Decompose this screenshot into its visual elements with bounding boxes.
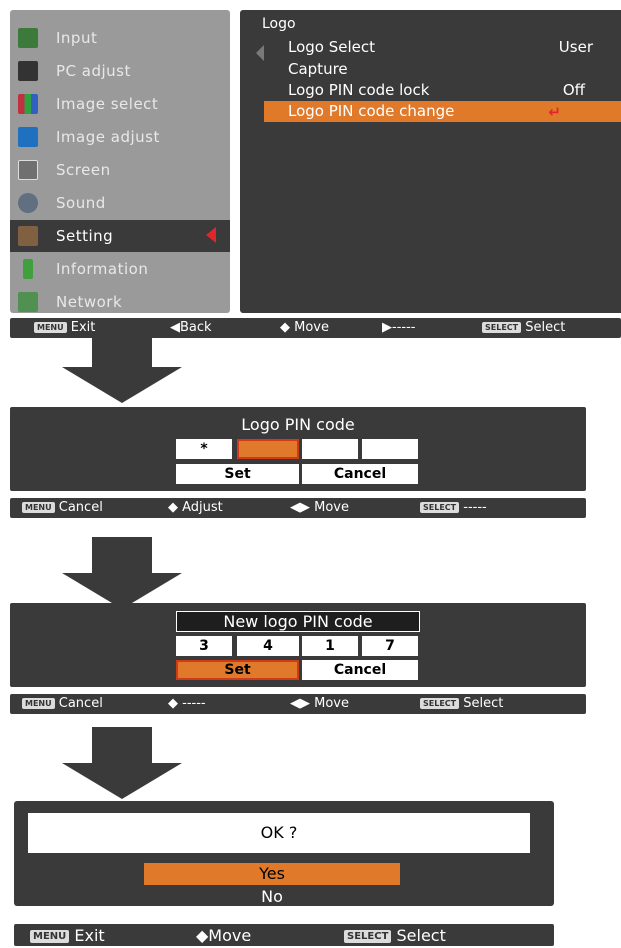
select-key-icon: SELECT: [344, 930, 392, 943]
pin-digit-4[interactable]: 7: [362, 636, 418, 656]
menu-item-input[interactable]: Input: [10, 22, 230, 54]
menu-item-network[interactable]: Network: [10, 286, 230, 318]
dialog-title: New logo PIN code: [176, 611, 420, 632]
submenu-row-label: Logo PIN code lock: [288, 81, 430, 99]
menu-item-label: Screen: [56, 161, 111, 179]
no-button[interactable]: No: [144, 887, 400, 907]
menu-item-sound[interactable]: Sound: [10, 187, 230, 219]
help-select: SELECT -----: [420, 500, 487, 515]
help-select: SELECT Select: [482, 320, 565, 335]
menu-item-label: Information: [56, 260, 149, 278]
help-select: SELECT Select: [344, 926, 446, 945]
down-arrow-icon: [62, 537, 182, 609]
sound-icon: [18, 193, 38, 213]
image-adjust-icon: [18, 127, 38, 147]
menu-item-image-adjust[interactable]: Image adjust: [10, 121, 230, 153]
set-button[interactable]: Set: [176, 660, 299, 680]
select-key-icon: SELECT: [420, 502, 460, 513]
pin-digit-1[interactable]: 3: [176, 636, 232, 656]
information-icon: [23, 259, 33, 279]
help-move: ◆ Move: [280, 320, 329, 335]
pin-digit-1[interactable]: *: [176, 439, 232, 459]
menu-item-label: PC adjust: [56, 62, 131, 80]
new-pin-dialog: New logo PIN code 3 4 1 7 Set Cancel: [10, 603, 586, 687]
help-adjust: ◆ -----: [168, 696, 206, 711]
menu-key-icon: MENU: [22, 502, 55, 513]
help-bar: MENU Cancel ◆ ----- ◀▶ Move SELECT Selec…: [10, 694, 586, 714]
set-button[interactable]: Set: [176, 464, 299, 484]
cancel-button[interactable]: Cancel: [302, 660, 418, 680]
pin-dialog: Logo PIN code * Set Cancel: [10, 407, 586, 491]
cancel-button[interactable]: Cancel: [302, 464, 418, 484]
submenu-row-label: Capture: [288, 60, 348, 78]
help-cancel: MENU Cancel: [22, 500, 103, 515]
help-cancel: MENU Cancel: [22, 696, 103, 711]
pin-digit-3[interactable]: 1: [302, 636, 358, 656]
menu-key-icon: MENU: [22, 698, 55, 709]
setting-icon: [18, 226, 38, 246]
menu-item-label: Image adjust: [56, 128, 160, 146]
submenu-row-label: Logo PIN code change: [288, 102, 455, 120]
help-exit: MENU Exit: [30, 926, 105, 945]
help-bar: MENU Cancel ◆ Adjust ◀▶ Move SELECT ----…: [10, 498, 586, 518]
confirm-question: OK ?: [260, 823, 298, 842]
submenu-row-label: Logo Select: [288, 38, 376, 56]
submenu-row-pin-lock[interactable]: Logo PIN code lock Off: [264, 80, 621, 101]
help-move: ◀▶ Move: [290, 696, 349, 711]
help-bar: MENU Exit ◆Move SELECT Select: [14, 924, 554, 946]
submenu-row-value: Off: [562, 81, 585, 99]
menu-item-setting[interactable]: Setting: [10, 220, 230, 252]
pc-adjust-icon: [18, 61, 38, 81]
yes-button[interactable]: Yes: [144, 863, 400, 885]
submenu-row-capture[interactable]: Capture: [264, 59, 621, 80]
pin-digit-3[interactable]: [302, 439, 358, 459]
image-select-icon: [18, 94, 38, 114]
network-icon: [18, 292, 38, 312]
pin-digit-4[interactable]: [362, 439, 418, 459]
main-menu: Input PC adjust Image select Image adjus…: [10, 10, 230, 313]
submenu-title: Logo: [262, 16, 296, 32]
menu-item-label: Network: [56, 293, 123, 311]
selection-arrow-icon: [206, 227, 216, 243]
pin-digit-2[interactable]: [237, 439, 299, 459]
menu-item-image-select[interactable]: Image select: [10, 88, 230, 120]
help-move: ◀▶ Move: [290, 500, 349, 515]
menu-item-label: Input: [56, 29, 98, 47]
pin-digit-2[interactable]: 4: [237, 636, 299, 656]
input-icon: [18, 28, 38, 48]
menu-item-pc-adjust[interactable]: PC adjust: [10, 55, 230, 87]
down-arrow-icon: [62, 331, 182, 403]
help-next: ▶-----: [382, 320, 416, 335]
enter-icon: ↵: [548, 103, 561, 121]
submenu-row-logo-select[interactable]: Logo Select User: [264, 37, 621, 58]
menu-item-label: Image select: [56, 95, 159, 113]
menu-item-label: Setting: [56, 227, 114, 245]
menu-item-label: Sound: [56, 194, 106, 212]
submenu-row-pin-change[interactable]: Logo PIN code change ↵: [264, 101, 621, 122]
select-key-icon: SELECT: [420, 698, 460, 709]
confirm-dialog: OK ? Yes No: [14, 801, 554, 906]
logo-submenu: Logo Logo Select User Capture Logo PIN c…: [240, 10, 621, 313]
confirm-message-box: OK ?: [28, 813, 530, 853]
screen-icon: [18, 160, 38, 180]
down-arrow-icon: [62, 727, 182, 799]
help-move: ◆Move: [196, 926, 252, 945]
menu-item-screen[interactable]: Screen: [10, 154, 230, 186]
menu-key-icon: MENU: [30, 930, 70, 943]
submenu-row-value: User: [558, 38, 593, 56]
submenu-pointer-icon: [256, 45, 264, 61]
select-key-icon: SELECT: [482, 322, 522, 333]
help-select: SELECT Select: [420, 696, 503, 711]
help-adjust: ◆ Adjust: [168, 500, 223, 515]
menu-item-information[interactable]: Information: [10, 253, 230, 285]
dialog-title: Logo PIN code: [241, 415, 355, 434]
